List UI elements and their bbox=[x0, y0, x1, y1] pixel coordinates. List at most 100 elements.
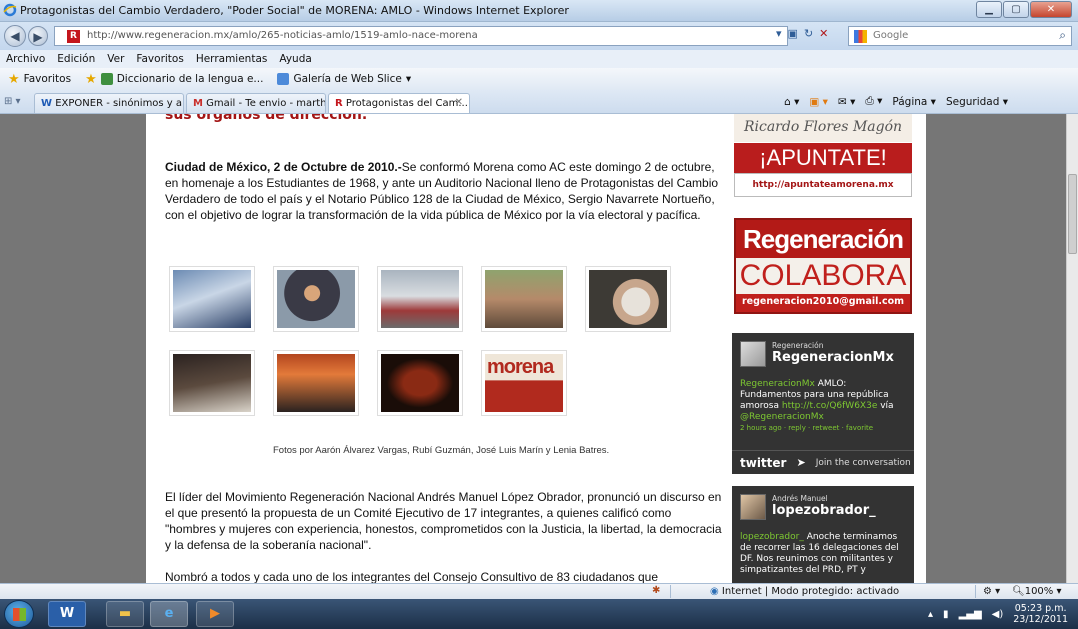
security-zone[interactable]: ◉ Internet | Modo protegido: activado bbox=[710, 586, 899, 597]
print-icon[interactable]: ⎙ ▾ bbox=[865, 95, 882, 108]
explorer-taskbar-icon[interactable]: ▬ bbox=[106, 601, 144, 627]
web-page: sus órganos de dirección. Ciudad de Méxi… bbox=[146, 114, 926, 583]
close-tab-icon[interactable]: ✕ bbox=[455, 97, 463, 108]
window-title: Protagonistas del Cambio Verdadero, "Pod… bbox=[20, 4, 569, 17]
tw-handle[interactable]: RegeneracionMx bbox=[772, 350, 894, 365]
battery-icon[interactable]: ▮ bbox=[943, 609, 949, 620]
home-icon[interactable]: ⌂ ▾ bbox=[784, 96, 799, 108]
refresh-icon[interactable]: ↻ bbox=[804, 27, 813, 40]
tweet-meta[interactable]: 2 hours ago · reply · retweet · favorite bbox=[740, 424, 873, 432]
minimize-button[interactable]: ▁ bbox=[976, 1, 1002, 18]
word-taskbar-icon[interactable]: W bbox=[48, 601, 86, 627]
favorites-button[interactable]: ★ Favoritos bbox=[8, 72, 71, 87]
twitter-bird-icon: ➤ bbox=[796, 456, 806, 469]
network-icon[interactable]: ▂▄▆ bbox=[959, 609, 982, 620]
address-bar: ◀ ▶ R http://www.regeneracion.mx/amlo/26… bbox=[0, 22, 1078, 50]
search-icon[interactable]: ⌕ bbox=[1059, 28, 1066, 43]
search-input[interactable]: Google ⌕ bbox=[848, 26, 1072, 46]
tab-exponer[interactable]: W EXPONER - sinónimos y a... bbox=[34, 93, 184, 113]
tweet-via-link[interactable]: @RegeneracionMx bbox=[740, 412, 824, 422]
vertical-scrollbar[interactable] bbox=[1066, 114, 1078, 583]
gallery-photo[interactable] bbox=[169, 350, 255, 416]
fav-webslice-label: Galería de Web Slice bbox=[293, 73, 402, 85]
start-button[interactable] bbox=[4, 600, 34, 628]
windows-logo-icon bbox=[13, 608, 26, 621]
tab-protagonistas[interactable]: R Protagonistas del Cam... ✕ bbox=[328, 93, 470, 113]
tab-gmail[interactable]: M Gmail - Te envio - marthar... bbox=[186, 93, 326, 113]
clock-date: 23/12/2011 bbox=[1013, 614, 1068, 625]
feeds-icon[interactable]: ▣ ▾ bbox=[809, 96, 828, 108]
tab-gmail-label: Gmail - Te envio - marthar... bbox=[206, 98, 326, 109]
protected-mode-icon[interactable]: ⚙ ▾ bbox=[983, 586, 1000, 597]
mail-icon[interactable]: ✉ ▾ bbox=[838, 96, 855, 108]
webslice-icon bbox=[277, 73, 290, 85]
back-button[interactable]: ◀ bbox=[4, 25, 26, 47]
fav-webslice[interactable]: Galería de Web Slice ▾ bbox=[277, 73, 411, 85]
zoom-level[interactable]: 🔍︎100% ▾ bbox=[1012, 586, 1062, 597]
security-menu[interactable]: Seguridad ▾ bbox=[946, 96, 1008, 108]
volume-icon[interactable]: ◀) bbox=[992, 609, 1004, 620]
apuntate-link[interactable]: http://apuntateamorena.mx bbox=[734, 173, 912, 197]
gallery-photo[interactable] bbox=[273, 266, 359, 332]
taskbar: W ▬ e ▶ ▴ ▮ ▂▄▆ ◀) 05:23 p.m. 23/12/2011 bbox=[0, 599, 1078, 629]
tweet-via: vía bbox=[877, 401, 894, 411]
title-bar: Protagonistas del Cambio Verdadero, "Pod… bbox=[0, 0, 1078, 22]
gallery-photo[interactable]: morena bbox=[481, 350, 567, 416]
globe-icon: ◉ bbox=[710, 586, 719, 597]
tw-display-name: Andrés Manuel bbox=[772, 494, 828, 503]
zoom-label: 100% bbox=[1024, 586, 1054, 597]
gallery-photo[interactable] bbox=[585, 266, 671, 332]
menu-herramientas[interactable]: Herramientas bbox=[196, 53, 268, 65]
tweet-url-link[interactable]: http://t.co/Q6fW6X3e bbox=[782, 401, 877, 411]
quick-tabs-icon[interactable]: ⊞ ▾ bbox=[4, 96, 21, 107]
wordreference-icon: W bbox=[41, 98, 53, 109]
gallery-photo[interactable] bbox=[377, 350, 463, 416]
page-menu[interactable]: Página ▾ bbox=[892, 96, 936, 108]
ie-taskbar-icon[interactable]: e bbox=[150, 601, 188, 627]
url-input[interactable]: R http://www.regeneracion.mx/amlo/265-no… bbox=[54, 26, 788, 46]
favorites-label: Favoritos bbox=[23, 73, 72, 85]
gallery-photo[interactable] bbox=[273, 350, 359, 416]
menu-bar: Archivo Edición Ver Favoritos Herramient… bbox=[0, 50, 1078, 68]
dropdown-arrow-icon[interactable]: ▾ bbox=[776, 27, 782, 40]
menu-ayuda[interactable]: Ayuda bbox=[279, 53, 311, 65]
menu-favoritos[interactable]: Favoritos bbox=[136, 53, 183, 65]
gallery-photo[interactable] bbox=[481, 266, 567, 332]
close-button[interactable]: ✕ bbox=[1030, 1, 1072, 18]
menu-archivo[interactable]: Archivo bbox=[6, 53, 45, 65]
maximize-button[interactable]: ▢ bbox=[1003, 1, 1029, 18]
avatar[interactable] bbox=[740, 341, 766, 367]
popup-blocker-icon[interactable]: ✱ bbox=[652, 585, 660, 596]
magon-banner[interactable]: Ricardo Flores Magón bbox=[734, 114, 912, 142]
scrollbar-thumb[interactable] bbox=[1068, 174, 1077, 254]
tray-arrow-icon[interactable]: ▴ bbox=[928, 609, 933, 620]
avatar[interactable] bbox=[740, 494, 766, 520]
gallery-photo[interactable] bbox=[169, 266, 255, 332]
security-zone-label: Internet | Modo protegido: activado bbox=[721, 586, 900, 597]
media-player-taskbar-icon[interactable]: ▶ bbox=[196, 601, 234, 627]
clock[interactable]: 05:23 p.m. 23/12/2011 bbox=[1013, 603, 1068, 625]
site-favicon-icon: R bbox=[335, 98, 343, 109]
tab-exponer-label: EXPONER - sinónimos y a... bbox=[55, 98, 184, 109]
forward-button[interactable]: ▶ bbox=[28, 26, 48, 46]
twitter-logo[interactable]: twitter bbox=[740, 456, 786, 470]
menu-edicion[interactable]: Edición bbox=[57, 53, 95, 65]
gallery-photo[interactable] bbox=[377, 266, 463, 332]
menu-ver[interactable]: Ver bbox=[107, 53, 124, 65]
ie-logo-icon bbox=[3, 3, 17, 17]
apuntate-banner[interactable]: ¡APUNTATE! bbox=[734, 143, 912, 173]
add-favorite-icon: ★ bbox=[85, 71, 97, 87]
join-conversation-link[interactable]: Join the conversation bbox=[816, 458, 911, 468]
compatibility-icon[interactable]: ▣ bbox=[788, 27, 798, 40]
clock-time: 05:23 p.m. bbox=[1014, 603, 1067, 614]
google-logo-icon bbox=[854, 30, 867, 43]
stop-icon[interactable]: ✕ bbox=[819, 27, 828, 40]
favorites-bar: ★ Favoritos ★ Diccionario de la lengua e… bbox=[0, 68, 1078, 90]
fav-diccionario[interactable]: ★ Diccionario de la lengua e... bbox=[85, 72, 263, 87]
tweet-user-link[interactable]: lopezobrador_ bbox=[740, 532, 804, 542]
tw-handle[interactable]: lopezobrador_ bbox=[772, 503, 876, 518]
command-bar: ⌂ ▾ ▣ ▾ ✉ ▾ ⎙ ▾ Página ▾ Seguridad ▾ bbox=[784, 95, 1008, 108]
colabora-banner[interactable]: Regeneración COLABORA regeneracion2010@g… bbox=[734, 218, 912, 314]
security-menu-label: Seguridad bbox=[945, 95, 1000, 108]
tweet-user-link[interactable]: RegeneracionMx bbox=[740, 379, 815, 389]
